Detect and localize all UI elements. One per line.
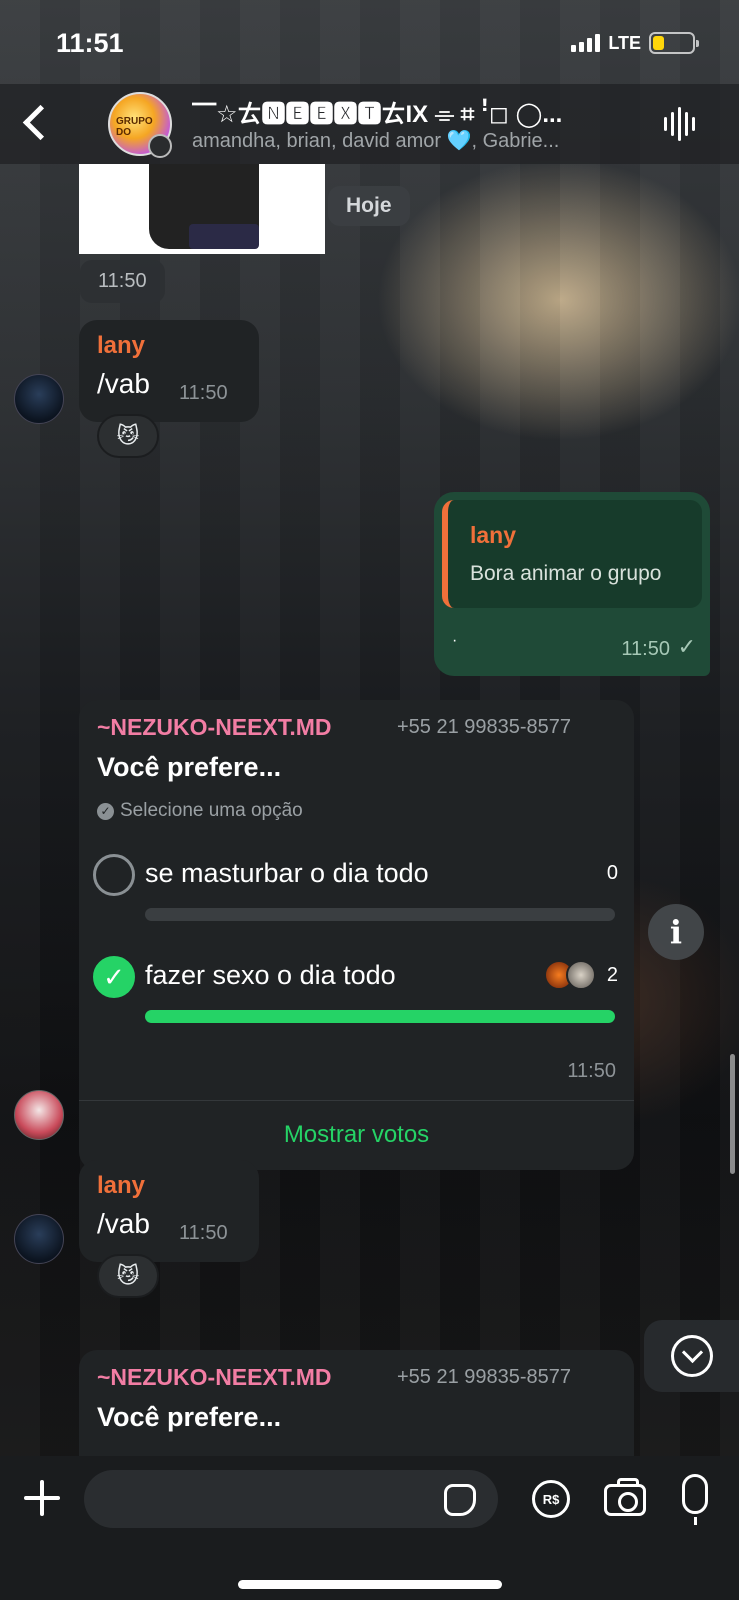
message-text: /vab xyxy=(97,368,150,399)
message-bubble[interactable]: lany /vab 11:50 xyxy=(79,1160,259,1262)
sender-name[interactable]: ~NEZUKO-NEEXT.MD xyxy=(97,714,332,741)
status-time: 11:51 xyxy=(56,28,124,58)
scroll-to-bottom-button[interactable] xyxy=(644,1320,739,1392)
sender-phone[interactable]: +55 21 99835-8577 xyxy=(397,716,571,739)
avatar xyxy=(566,960,596,990)
info-icon[interactable]: i xyxy=(648,904,704,960)
avatar[interactable] xyxy=(14,374,64,424)
avatar[interactable] xyxy=(14,1214,64,1264)
status-bar: 11:51 LTE xyxy=(0,0,739,84)
message-composer: R$ xyxy=(0,1456,739,1600)
message-input[interactable] xyxy=(84,1470,498,1528)
poll-option[interactable]: ✓ fazer sexo o dia todo 2 xyxy=(93,950,618,1023)
home-indicator[interactable] xyxy=(238,1580,502,1589)
poll-message[interactable]: ~NEZUKO-NEEXT.MD +55 21 99835-8577 Você … xyxy=(79,700,634,1170)
signal-icon xyxy=(571,34,601,52)
message-text: /vab xyxy=(97,1208,150,1239)
message-bubble[interactable]: lany /vab 11:50 xyxy=(79,320,259,422)
chevron-down-icon xyxy=(671,1335,713,1377)
group-title[interactable]: ⎺☆ㄊ🅽🅴🅴🆇🆃ㄊIX ⌯ ⌗ ꜝ◻ ◯... xyxy=(192,94,622,129)
scrollbar[interactable] xyxy=(730,1054,735,1174)
quoted-message[interactable]: lany Bora animar o grupo xyxy=(442,500,702,608)
outgoing-message-bubble[interactable]: lany Bora animar o grupo · 11:50 ✓ xyxy=(434,492,710,676)
poll-option[interactable]: se masturbar o dia todo 0 xyxy=(93,848,618,921)
plus-icon[interactable] xyxy=(22,1478,62,1518)
poll-progress-bar xyxy=(145,908,615,921)
voice-chat-icon[interactable] xyxy=(664,106,695,142)
poll-hint: ✓ Selecione uma opção xyxy=(97,800,303,822)
quoted-sender: lany xyxy=(470,522,517,548)
sender-name[interactable]: ~NEZUKO-NEEXT.MD xyxy=(97,1364,332,1391)
sender-name[interactable]: lany xyxy=(97,1172,145,1200)
voter-avatars[interactable] xyxy=(544,960,596,990)
microphone-icon[interactable] xyxy=(682,1474,708,1525)
checked-radio-icon[interactable]: ✓ xyxy=(93,956,135,998)
day-chip: Hoje xyxy=(328,186,410,226)
message-time: 11:50 xyxy=(179,382,228,404)
status-update-icon[interactable] xyxy=(148,134,172,158)
payment-icon[interactable]: R$ xyxy=(532,1480,570,1518)
sent-check-icon: ✓ xyxy=(677,634,696,659)
chat-header[interactable]: GRUPO DO ⎺☆ㄊ🅽🅴🅴🆇🆃ㄊIX ⌯ ⌗ ꜝ◻ ◯... amandha… xyxy=(0,84,739,164)
back-icon[interactable] xyxy=(20,102,50,142)
sticker-message[interactable] xyxy=(79,164,325,254)
poll-question: Você prefere... xyxy=(97,752,282,782)
status-indicators: LTE xyxy=(571,32,699,54)
poll-question: Você prefere... xyxy=(97,1402,282,1432)
sticker-image-detail xyxy=(189,224,259,249)
sticker-time: 11:50 xyxy=(80,260,165,303)
sender-phone[interactable]: +55 21 99835-8577 xyxy=(397,1366,571,1389)
network-type: LTE xyxy=(608,32,641,53)
message-list[interactable]: Hoje 11:50 lany /vab 11:50 😼 lany Bora a… xyxy=(0,164,739,1456)
group-members[interactable]: amandha, brian, david amor 🩵, Gabrie... xyxy=(192,128,622,153)
reaction-badge[interactable]: 😼 xyxy=(97,414,159,458)
avatar[interactable] xyxy=(14,1090,64,1140)
poll-message[interactable]: ~NEZUKO-NEEXT.MD +55 21 99835-8577 Você … xyxy=(79,1350,634,1456)
poll-option-count: 0 xyxy=(606,862,618,884)
poll-hint-text: Selecione uma opção xyxy=(120,800,303,821)
sticker-icon[interactable] xyxy=(444,1484,476,1516)
battery-icon xyxy=(649,32,699,54)
message-time: 11:50 xyxy=(621,638,670,660)
poll-option-label[interactable]: se masturbar o dia todo xyxy=(145,858,429,889)
poll-progress-fill xyxy=(145,1010,615,1023)
battery-level xyxy=(653,36,665,50)
check-icon: ✓ xyxy=(97,802,114,820)
sender-name[interactable]: lany xyxy=(97,332,145,360)
poll-option-count: 2 xyxy=(606,964,618,986)
quoted-text: Bora animar o grupo xyxy=(470,562,662,585)
radio-icon[interactable] xyxy=(93,854,135,896)
reaction-badge[interactable]: 😼 xyxy=(97,1254,159,1298)
message-time: 11:50 xyxy=(567,1060,616,1082)
poll-progress-bar xyxy=(145,1010,615,1023)
message-text: · xyxy=(452,632,458,649)
camera-icon[interactable] xyxy=(604,1478,646,1516)
poll-option-label[interactable]: fazer sexo o dia todo xyxy=(145,960,396,991)
message-time: 11:50 xyxy=(179,1222,228,1244)
